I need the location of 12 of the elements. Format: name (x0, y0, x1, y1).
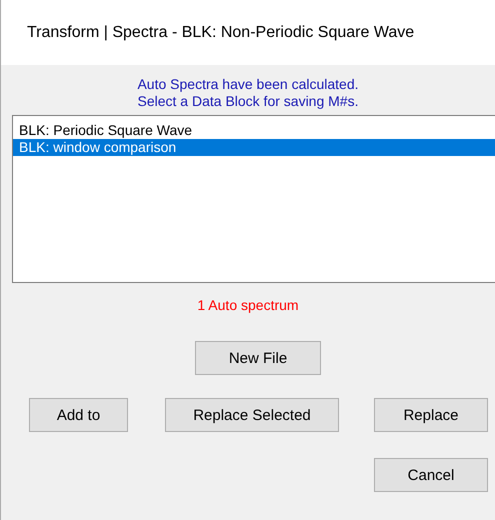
list-item[interactable]: BLK: Periodic Square Wave (13, 122, 495, 139)
status-text: 1 Auto spectrum (197, 297, 299, 313)
add-to-button[interactable]: Add to (29, 398, 128, 432)
replace-button[interactable]: Replace (374, 398, 488, 432)
replace-selected-button[interactable]: Replace Selected (165, 398, 339, 432)
data-block-list[interactable]: BLK: Periodic Square Wave BLK: window comparison (12, 115, 495, 283)
new-file-button[interactable]: New File (195, 341, 321, 375)
cancel-button[interactable]: Cancel (374, 458, 488, 492)
info-text: Select a Data Block for saving M#s. (138, 93, 358, 110)
info-text: Auto Spectra have been calculated. (137, 76, 359, 93)
list-item[interactable]: BLK: window comparison (13, 139, 495, 156)
window-title: Transform | Spectra - BLK: Non-Periodic Square Wave (27, 24, 414, 42)
